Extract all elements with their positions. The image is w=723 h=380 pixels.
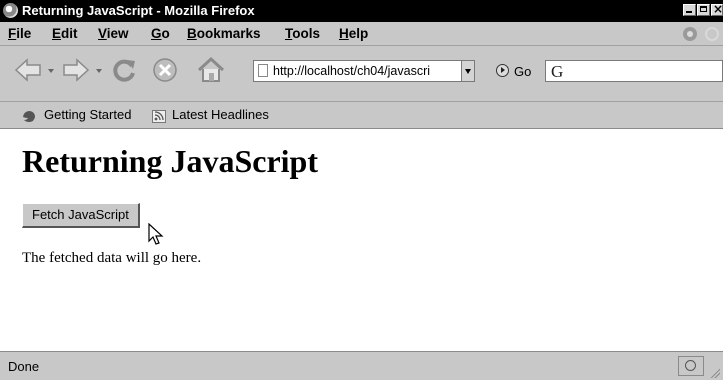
mouse-pointer-icon [148, 222, 164, 251]
forward-dropdown-icon[interactable] [96, 69, 102, 73]
bookmarks-toolbar: Getting Started Latest Headlines [0, 102, 723, 129]
stop-icon[interactable] [152, 57, 178, 83]
page-content: Returning JavaScript Fetch JavaScript Th… [0, 129, 723, 351]
throbber-icon [683, 27, 697, 41]
window-title: Returning JavaScript - Mozilla Firefox [22, 3, 255, 18]
close-button[interactable] [711, 2, 723, 16]
menu-view[interactable]: View [98, 26, 129, 41]
reload-icon[interactable] [110, 57, 138, 83]
title-bar: Returning JavaScript - Mozilla Firefox [0, 0, 723, 22]
page-icon [258, 64, 268, 77]
firefox-icon[interactable] [3, 3, 18, 18]
navigation-toolbar: http://localhost/ch04/javascri Go G [0, 46, 723, 102]
url-text: http://localhost/ch04/javascri [273, 64, 431, 78]
maximize-button[interactable] [697, 4, 710, 16]
go-icon[interactable] [496, 64, 509, 77]
status-bar: Done [0, 351, 723, 380]
menu-help[interactable]: Help [339, 26, 368, 41]
browser-window: Returning JavaScript - Mozilla Firefox F… [0, 0, 723, 380]
back-dropdown-icon[interactable] [48, 69, 54, 73]
resize-grip-icon[interactable] [708, 366, 720, 378]
menu-file[interactable]: File [8, 26, 31, 41]
url-field[interactable]: http://localhost/ch04/javascri [253, 60, 464, 82]
search-field[interactable]: G [545, 60, 723, 82]
output-text: The fetched data will go here. [22, 250, 202, 266]
menu-go[interactable]: Go [151, 26, 170, 41]
menu-edit[interactable]: Edit [52, 26, 78, 41]
rss-icon [152, 108, 166, 123]
fetch-javascript-button[interactable]: Fetch JavaScript [22, 203, 140, 228]
firefox-bookmark-icon [22, 108, 36, 122]
go-button[interactable]: Go [514, 64, 531, 79]
status-text: Done [8, 359, 40, 374]
menu-bar: File Edit View Go Bookmarks Tools Help [0, 22, 723, 46]
page-title: Returning JavaScript [22, 143, 318, 179]
bookmark-getting-started[interactable]: Getting Started [44, 107, 131, 122]
bookmark-latest-headlines[interactable]: Latest Headlines [172, 107, 269, 122]
throbber-ring-icon [705, 27, 719, 41]
back-arrow-icon[interactable] [14, 58, 42, 82]
url-history-dropdown[interactable] [461, 60, 475, 82]
security-status-icon[interactable] [678, 356, 704, 376]
minimize-button[interactable] [683, 4, 696, 16]
home-icon[interactable] [196, 56, 226, 84]
forward-arrow-icon[interactable] [62, 58, 90, 82]
menu-bookmarks[interactable]: Bookmarks [187, 26, 261, 41]
menu-tools[interactable]: Tools [285, 26, 320, 41]
google-search-icon[interactable]: G [551, 62, 563, 82]
